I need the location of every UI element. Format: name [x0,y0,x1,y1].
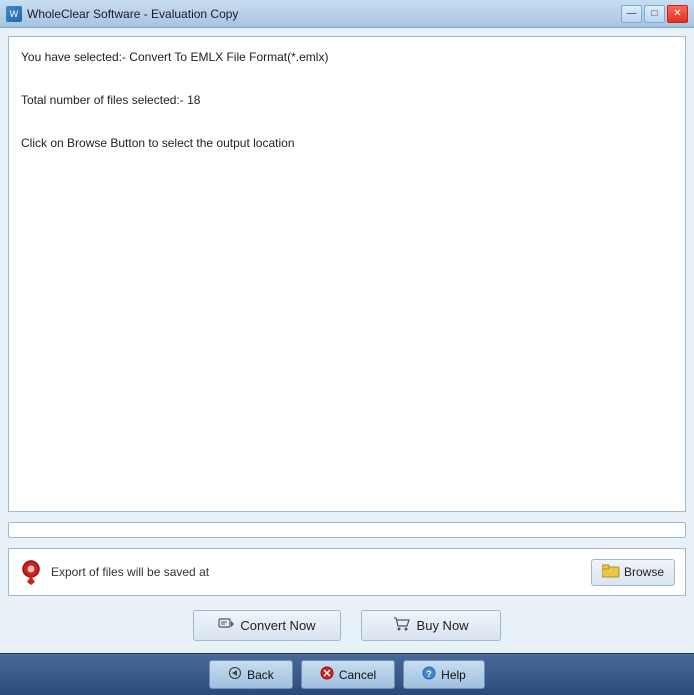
back-label: Back [247,668,274,682]
info-line-1: You have selected:- Convert To EMLX File… [21,47,673,69]
window-controls: — □ ✕ [621,5,688,23]
browse-folder-icon [602,564,620,581]
info-line-2: Total number of files selected:- 18 [21,90,673,112]
convert-now-button[interactable]: Convert Now [193,610,340,641]
maximize-button[interactable]: □ [644,5,665,23]
title-bar: W WholeClear Software - Evaluation Copy … [0,0,694,28]
cancel-icon [320,666,334,683]
back-icon [228,667,242,682]
help-button[interactable]: ? Help [403,660,485,689]
back-button[interactable]: Back [209,660,293,689]
cancel-button[interactable]: Cancel [301,660,395,689]
browse-button[interactable]: Browse [591,559,675,586]
svg-text:?: ? [426,669,432,679]
info-line-3: Click on Browse Button to select the out… [21,133,673,155]
info-area: You have selected:- Convert To EMLX File… [8,36,686,512]
output-label: Export of files will be saved at [51,565,583,579]
buy-now-button[interactable]: Buy Now [361,610,501,641]
browse-label: Browse [624,565,664,579]
cart-icon [393,617,411,634]
convert-icon [218,617,234,634]
progress-section [8,518,686,542]
help-icon: ? [422,666,436,683]
action-buttons: Convert Now Buy Now [8,602,686,645]
minimize-button[interactable]: — [621,5,642,23]
close-button[interactable]: ✕ [667,5,688,23]
help-label: Help [441,668,466,682]
window-title: WholeClear Software - Evaluation Copy [27,7,238,21]
cancel-label: Cancel [339,668,376,682]
buy-now-label: Buy Now [417,618,469,633]
app-icon: W [6,6,22,22]
output-section: Export of files will be saved at Browse [8,548,686,596]
progress-bar-container [8,522,686,538]
main-window: You have selected:- Convert To EMLX File… [0,28,694,653]
convert-now-label: Convert Now [240,618,315,633]
bottom-bar: Back Cancel ? Help [0,653,694,695]
pin-icon [19,557,43,587]
